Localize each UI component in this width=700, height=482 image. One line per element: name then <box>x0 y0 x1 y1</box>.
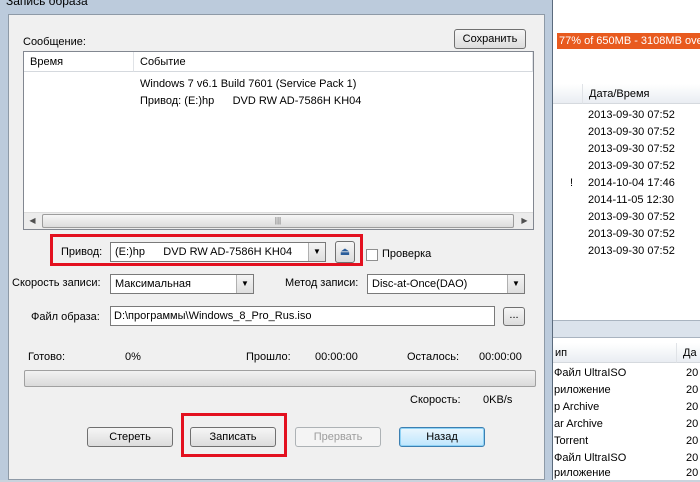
ready-value: 0% <box>125 351 141 363</box>
list-item: 2013-09-30 07:52 <box>588 228 675 240</box>
capacity-bar: 77% of 650MB - 3108MB ove <box>557 33 700 49</box>
warning-marker: ! <box>570 177 574 189</box>
list-item: 2014-10-04 17:46 <box>588 177 675 189</box>
log-column-time[interactable]: Время <box>24 52 134 72</box>
table-row[interactable]: Torrent 20 <box>548 433 700 450</box>
ready-label: Готово: <box>28 351 66 363</box>
table-row[interactable]: ar Archive 20 <box>548 416 700 433</box>
chevron-down-icon: ▼ <box>507 275 524 293</box>
image-file-input[interactable]: D:\программы\Windows_8_Pro_Rus.iso <box>110 306 495 326</box>
capacity-text: 77% of 650MB - 3108MB ove <box>559 35 700 47</box>
list-item: 2013-09-30 07:52 <box>588 160 675 172</box>
write-method-select[interactable]: Disc-at-Once(DAO) ▼ <box>367 274 525 294</box>
abort-button[interactable]: Прервать <box>295 427 381 447</box>
table-row[interactable]: Файл UltraISO 20 <box>548 365 700 382</box>
column-header-date-2[interactable]: Да <box>677 343 700 363</box>
elapsed-label: Прошло: <box>246 351 291 363</box>
list-item: 2013-09-30 07:52 <box>588 245 675 257</box>
remaining-label: Осталось: <box>407 351 460 363</box>
verify-checkbox[interactable] <box>366 249 378 261</box>
image-file-label: Файл образа: <box>31 311 100 323</box>
write-speed-label: Скорость записи: <box>12 277 101 289</box>
scrollbar-thumb[interactable]: ||| <box>42 214 514 228</box>
table-row[interactable]: риложение 20 <box>548 382 700 399</box>
back-button[interactable]: Назад <box>399 427 485 447</box>
list-item: 2013-09-30 07:52 <box>588 143 675 155</box>
write-speed-select[interactable]: Максимальная ▼ <box>110 274 254 294</box>
list-item: 2014-11-05 12:30 <box>588 194 675 206</box>
pane-divider[interactable] <box>549 320 700 338</box>
write-progress-bar <box>24 370 536 387</box>
current-speed-value: 0KB/s <box>483 394 513 406</box>
write-button-highlight-box <box>181 413 287 457</box>
message-label: Сообщение: <box>23 36 86 48</box>
elapsed-value: 00:00:00 <box>315 351 358 363</box>
log-column-event[interactable]: Событие <box>134 52 533 72</box>
log-horizontal-scrollbar[interactable]: ◀ ||| ▶ <box>24 212 533 229</box>
column-header-date[interactable]: Дата/Время <box>583 84 700 104</box>
verify-label: Проверка <box>382 248 432 260</box>
write-method-label: Метод записи: <box>285 277 359 289</box>
log-list: Время Событие Windows 7 v6.1 Build 7601 … <box>23 51 534 230</box>
scroll-left-icon[interactable]: ◀ <box>24 213 41 229</box>
list-item: 2013-09-30 07:52 <box>588 109 675 121</box>
save-log-button[interactable]: Сохранить <box>454 29 526 49</box>
drive-highlight-box <box>50 234 363 266</box>
table-row[interactable]: p Archive 20 <box>548 399 700 416</box>
table-row[interactable]: риложение 20 <box>548 465 700 482</box>
scroll-right-icon[interactable]: ▶ <box>516 213 533 229</box>
chevron-down-icon: ▼ <box>236 275 253 293</box>
log-line: Привод: (E:)hp DVD RW AD-7586H KH04 <box>140 95 362 107</box>
browse-button[interactable]: ... <box>503 307 525 326</box>
log-line: Windows 7 v6.1 Build 7601 (Service Pack … <box>140 78 357 90</box>
column-header-blank[interactable] <box>549 84 583 104</box>
erase-button[interactable]: Стереть <box>87 427 173 447</box>
current-speed-label: Скорость: <box>410 394 461 406</box>
dialog-title: Запись образа <box>6 0 88 8</box>
column-header-type[interactable]: ип <box>549 343 677 363</box>
list-item: 2013-09-30 07:52 <box>588 211 675 223</box>
list-item: 2013-09-30 07:52 <box>588 126 675 138</box>
remaining-value: 00:00:00 <box>479 351 522 363</box>
